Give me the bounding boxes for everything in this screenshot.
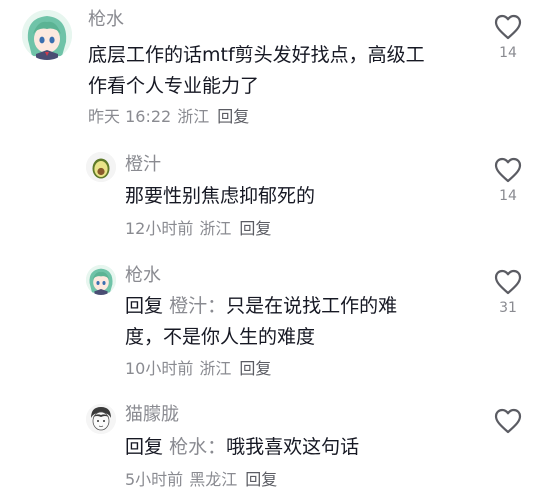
anime-girl-avatar-icon — [22, 10, 72, 60]
comment-location: 浙江 — [199, 219, 232, 238]
comment-location: 浙江 — [199, 359, 232, 378]
reply-target-user[interactable]: 枪水： — [169, 436, 226, 458]
like-count: 14 — [499, 45, 517, 61]
comment-item: 枪水 底层工作的话mtf剪头发好找点，高级工 作看个人专业能力了 昨天 16:2… — [0, 0, 544, 140]
comment-item: 猫朦胧 回复 枪水：哦我喜欢这句话 5小时前 黑龙江 回复 — [0, 395, 544, 500]
comment-meta: 昨天 16:22 浙江 回复 — [88, 107, 249, 127]
like-count: 31 — [499, 300, 517, 316]
comment-item: 枪水 回复 橙汁：只是在说找工作的难 度，不是你人生的难度 10小时前 浙江 回复 … — [0, 255, 544, 395]
avatar[interactable] — [86, 404, 116, 434]
comment-text: 底层工作的话mtf剪头发好找点，高级工 作看个人专业能力了 — [88, 44, 425, 97]
comment-text: 回复 橙汁：只是在说找工作的难 度，不是你人生的难度 — [125, 291, 475, 353]
reply-prefix: 回复 — [125, 295, 164, 317]
like-button[interactable]: 31 — [488, 269, 528, 317]
reply-body: 哦我喜欢这句话 — [226, 436, 360, 458]
comment-meta: 5小时前 黑龙江 回复 — [125, 470, 277, 490]
comment-location: 浙江 — [177, 107, 210, 126]
comment-meta: 10小时前 浙江 回复 — [125, 359, 271, 379]
comment-text: 回复 枪水：哦我喜欢这句话 — [125, 432, 475, 463]
comment-location: 黑龙江 — [189, 470, 238, 489]
reply-button[interactable]: 回复 — [239, 359, 271, 378]
comment-time: 昨天 16:22 — [88, 107, 172, 126]
heart-outline-icon — [494, 14, 522, 40]
like-button[interactable]: 14 — [488, 14, 528, 62]
avocado-avatar-icon — [86, 152, 116, 182]
comment-time: 12小时前 — [125, 219, 194, 238]
reply-button[interactable]: 回复 — [217, 107, 249, 126]
comment-username[interactable]: 枪水 — [125, 265, 161, 287]
heart-outline-icon — [494, 408, 522, 434]
comment-username[interactable]: 橙汁 — [125, 154, 161, 176]
reply-prefix: 回复 — [125, 436, 164, 458]
reply-button[interactable]: 回复 — [239, 219, 271, 238]
like-button[interactable] — [488, 408, 528, 438]
like-count: 14 — [499, 188, 517, 204]
sketch-boy-avatar-icon — [86, 404, 116, 434]
anime-girl-avatar-icon — [86, 265, 116, 295]
reply-body: 只是在说找工作的难 度，不是你人生的难度 — [125, 295, 398, 348]
reply-button[interactable]: 回复 — [245, 470, 277, 489]
avatar[interactable] — [86, 152, 116, 182]
comment-username[interactable]: 枪水 — [88, 9, 124, 31]
comment-meta: 12小时前 浙江 回复 — [125, 219, 271, 239]
avatar[interactable] — [86, 265, 116, 295]
comment-time: 10小时前 — [125, 359, 194, 378]
comment-item: 橙汁 那要性别焦虑抑郁死的 12小时前 浙江 回复 14 — [0, 140, 544, 255]
comment-text: 那要性别焦虑抑郁死的 — [125, 185, 316, 207]
comment-username[interactable]: 猫朦胧 — [125, 404, 179, 426]
comment-time: 5小时前 — [125, 470, 184, 489]
avatar[interactable] — [22, 10, 72, 60]
like-button[interactable]: 14 — [488, 157, 528, 205]
reply-target-user[interactable]: 橙汁： — [169, 295, 226, 317]
heart-outline-icon — [494, 269, 522, 295]
heart-outline-icon — [494, 157, 522, 183]
